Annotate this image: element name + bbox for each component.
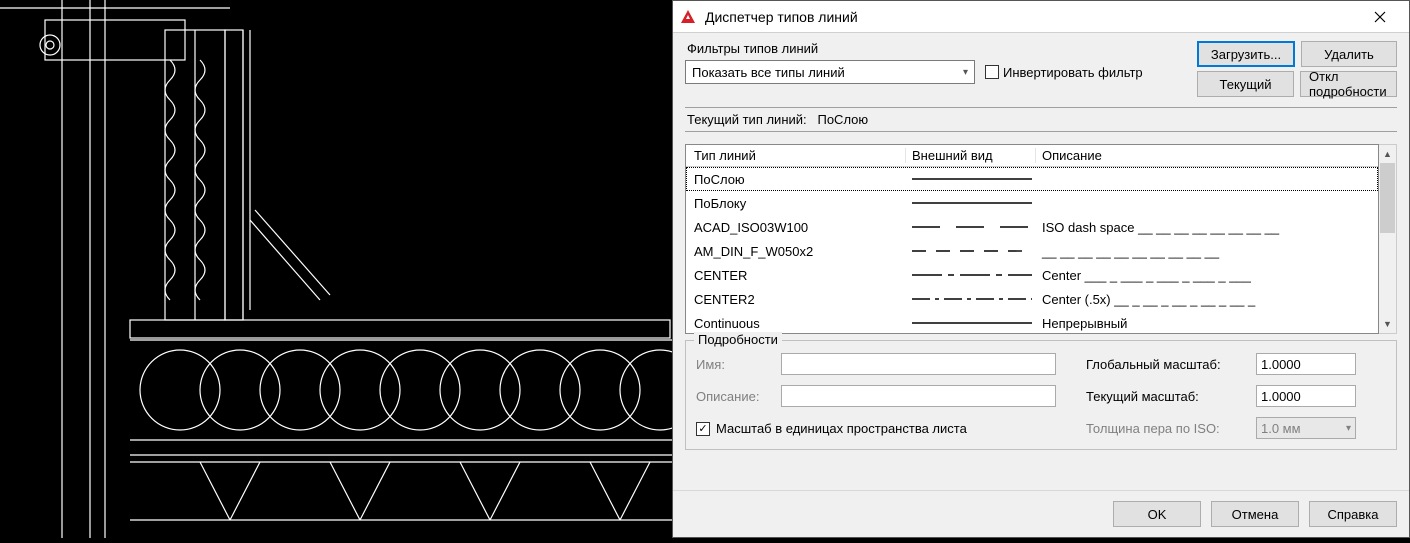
dialog-title: Диспетчер типов линий	[705, 9, 1357, 25]
row-name: Continuous	[686, 316, 906, 331]
current-scale-field[interactable]: 1.0000	[1256, 385, 1356, 407]
app-logo-icon	[679, 8, 697, 26]
filter-dropdown[interactable]: Показать все типы линий ▾	[685, 60, 975, 84]
table-row[interactable]: CENTER Center ___ _ ___ _ ___ _ ___ _ ___	[686, 263, 1378, 287]
row-name: ACAD_ISO03W100	[686, 220, 906, 235]
row-name: AM_DIN_F_W050x2	[686, 244, 906, 259]
checkbox-icon	[985, 65, 999, 79]
iso-pen-combo: 1.0 мм ▾	[1256, 417, 1356, 439]
toggle-details-button[interactable]: Откл подробности	[1300, 71, 1397, 97]
linetype-manager-dialog: Диспетчер типов линий Фильтры типов лини…	[672, 0, 1410, 538]
table-row[interactable]: AM_DIN_F_W050x2 __ __ __ __ __ __ __ __ _…	[686, 239, 1378, 263]
iso-pen-label: Толщина пера по ISO:	[1086, 421, 1246, 436]
row-preview	[906, 293, 1036, 305]
current-scale-label: Текущий масштаб:	[1086, 389, 1246, 404]
cad-drawing-area	[0, 0, 672, 538]
row-description: Center (.5x) __ _ __ _ __ _ __ _ __ _	[1036, 292, 1378, 307]
paperspace-scale-checkbox[interactable]: Масштаб в единицах пространства листа	[696, 421, 1056, 436]
row-description: Center ___ _ ___ _ ___ _ ___ _ ___	[1036, 268, 1378, 283]
row-preview	[906, 221, 1036, 233]
row-preview	[906, 245, 1036, 257]
invert-filter-checkbox[interactable]: Инвертировать фильтр	[985, 65, 1143, 80]
row-name: CENTER	[686, 268, 906, 283]
list-header: Тип линий Внешний вид Описание	[686, 145, 1378, 167]
scroll-track[interactable]	[1379, 163, 1396, 315]
titlebar: Диспетчер типов линий	[673, 1, 1409, 33]
name-field-label: Имя:	[696, 357, 771, 372]
table-row[interactable]: ACAD_ISO03W100 ISO dash space __ __ __ __…	[686, 215, 1378, 239]
checkbox-checked-icon	[696, 422, 710, 436]
column-header-preview[interactable]: Внешний вид	[906, 148, 1036, 163]
table-row[interactable]: CENTER2 Center (.5x) __ _ __ _ __ _ __ _ …	[686, 287, 1378, 311]
current-button[interactable]: Текущий	[1197, 71, 1294, 97]
chevron-down-icon: ▾	[1346, 423, 1351, 434]
filter-dropdown-value: Показать все типы линий	[692, 65, 845, 80]
scroll-thumb[interactable]	[1380, 163, 1395, 233]
row-name: ПоСлою	[686, 172, 906, 187]
global-scale-field[interactable]: 1.0000	[1256, 353, 1356, 375]
filter-group-label: Фильтры типов линий	[685, 41, 1187, 56]
table-row[interactable]: ПоСлою	[686, 167, 1378, 191]
column-header-description[interactable]: Описание	[1036, 148, 1378, 163]
table-row[interactable]: ПоБлоку	[686, 191, 1378, 215]
row-name: CENTER2	[686, 292, 906, 307]
load-button[interactable]: Загрузить...	[1197, 41, 1295, 67]
linetype-list[interactable]: Тип линий Внешний вид Описание ПоСлою ПоБ…	[685, 144, 1379, 334]
details-group-title: Подробности	[694, 332, 782, 347]
list-scrollbar[interactable]: ▲ ▼	[1379, 144, 1397, 334]
column-header-name[interactable]: Тип линий	[686, 148, 906, 163]
help-button[interactable]: Справка	[1309, 501, 1397, 527]
description-field-label: Описание:	[696, 389, 771, 404]
dialog-button-row: OK Отмена Справка	[673, 490, 1409, 537]
chevron-down-icon: ▾	[963, 67, 968, 78]
table-row[interactable]: Continuous Непрерывный	[686, 311, 1378, 333]
filter-group: Фильтры типов линий Показать все типы ли…	[685, 41, 1187, 97]
row-description: __ __ __ __ __ __ __ __ __ __	[1036, 244, 1378, 259]
scroll-up-icon[interactable]: ▲	[1379, 145, 1396, 163]
paperspace-scale-label: Масштаб в единицах пространства листа	[716, 421, 967, 436]
row-description: ISO dash space __ __ __ __ __ __ __ __	[1036, 220, 1378, 235]
current-linetype-label: Текущий тип линий: ПоСлою	[685, 107, 1397, 132]
row-preview	[906, 269, 1036, 281]
cancel-button[interactable]: Отмена	[1211, 501, 1299, 527]
row-preview	[906, 317, 1036, 329]
scroll-down-icon[interactable]: ▼	[1379, 315, 1396, 333]
ok-button[interactable]: OK	[1113, 501, 1201, 527]
close-button[interactable]	[1357, 2, 1403, 32]
row-description: Непрерывный	[1036, 316, 1378, 331]
invert-filter-label: Инвертировать фильтр	[1003, 65, 1143, 80]
details-group: Подробности Имя: Описание: Масштаб в еди…	[685, 340, 1397, 450]
global-scale-label: Глобальный масштаб:	[1086, 357, 1246, 372]
delete-button[interactable]: Удалить	[1301, 41, 1397, 67]
row-preview	[906, 197, 1036, 209]
description-field[interactable]	[781, 385, 1056, 407]
name-field[interactable]	[781, 353, 1056, 375]
row-preview	[906, 173, 1036, 185]
row-name: ПоБлоку	[686, 196, 906, 211]
